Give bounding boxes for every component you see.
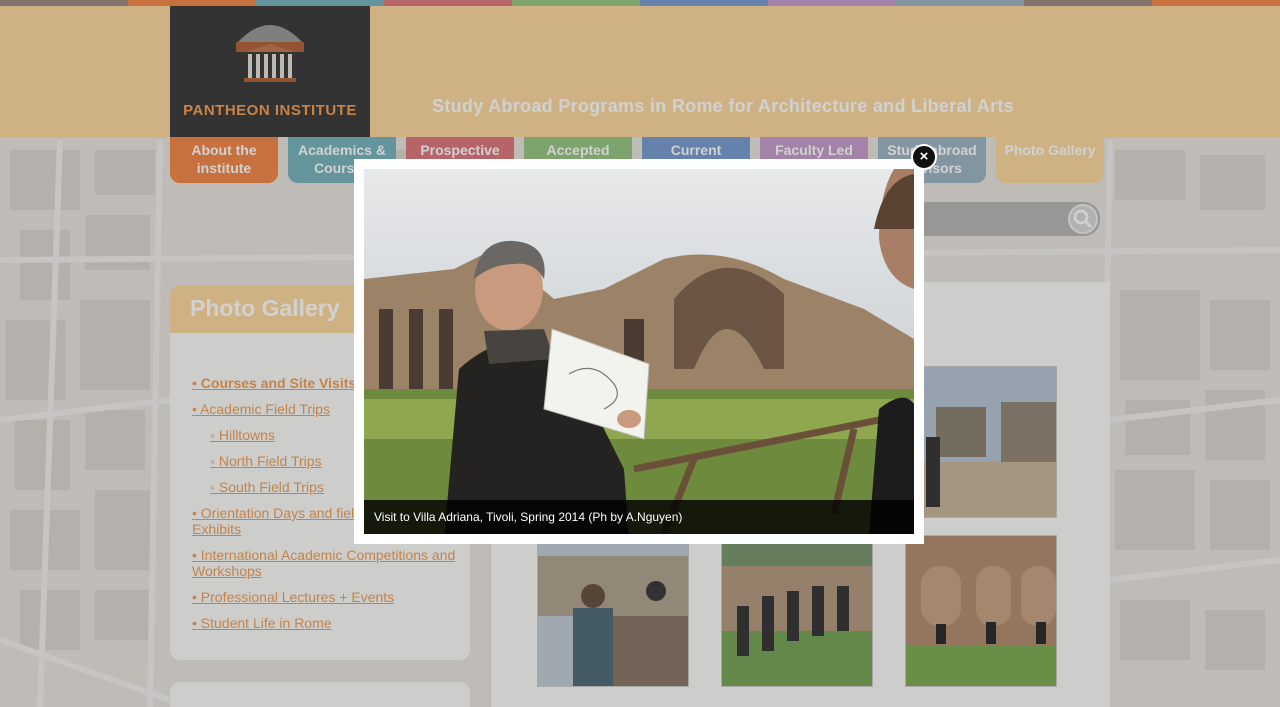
close-button[interactable]: × xyxy=(911,144,937,170)
caption-bar: Visit to Villa Adriana, Tivoli, Spring 2… xyxy=(364,500,914,534)
close-icon: × xyxy=(919,148,929,165)
lightbox-image: Visit to Villa Adriana, Tivoli, Spring 2… xyxy=(364,169,914,534)
lightbox: Visit to Villa Adriana, Tivoli, Spring 2… xyxy=(354,159,924,544)
photo-villa-adriana xyxy=(364,169,914,534)
image-caption: Visit to Villa Adriana, Tivoli, Spring 2… xyxy=(374,510,683,524)
